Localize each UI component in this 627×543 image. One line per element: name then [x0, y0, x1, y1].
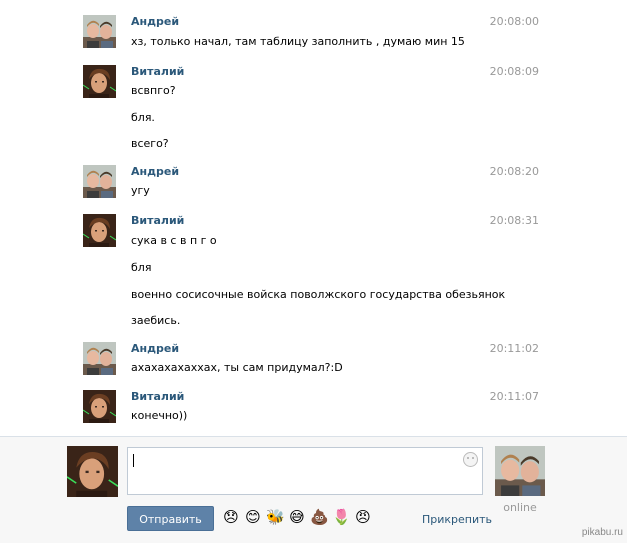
emoji-icon[interactable]: 🐝 [266, 508, 285, 526]
message-time[interactable]: 20:08:09 [490, 65, 539, 78]
message-author[interactable]: Виталий [131, 65, 184, 78]
message-time[interactable]: 20:11:07 [490, 390, 539, 403]
message-text: конечно)) [131, 409, 188, 422]
message-author[interactable]: Андрей [131, 165, 179, 178]
message-author[interactable]: Виталий [131, 214, 184, 227]
attach-link[interactable]: Прикрепить [422, 513, 492, 526]
message-time[interactable]: 20:08:20 [490, 165, 539, 178]
author-avatar[interactable] [83, 214, 116, 247]
emoji-icon[interactable]: 💩 [310, 508, 329, 526]
message-time[interactable]: 20:08:31 [490, 214, 539, 227]
watermark: pikabu.ru [581, 527, 623, 538]
author-avatar[interactable] [83, 390, 116, 423]
message-author[interactable]: Андрей [131, 15, 179, 28]
author-avatar[interactable] [83, 15, 116, 48]
message-text: сука в с в п г о [131, 234, 217, 247]
message-author[interactable]: Андрей [131, 342, 179, 355]
message-text: заебись. [131, 314, 181, 327]
emoji-icon[interactable]: 😠 [354, 508, 372, 526]
smiley-icon[interactable] [463, 452, 478, 467]
emoji-icon[interactable]: 🌷 [332, 508, 351, 526]
author-avatar[interactable] [83, 65, 116, 98]
author-avatar[interactable] [83, 342, 116, 375]
message-history: Андрей 20:08:00 хз, только начал, там табл… [0, 0, 627, 436]
message-text: всвпго? [131, 84, 176, 97]
message-author[interactable]: Виталий [131, 390, 184, 403]
message-time[interactable]: 20:11:02 [490, 342, 539, 355]
message-text: бля. [131, 111, 155, 124]
emoji-icon[interactable]: 😅 [288, 508, 306, 526]
author-avatar[interactable] [83, 165, 116, 198]
message-time[interactable]: 20:08:00 [490, 15, 539, 28]
message-input[interactable] [127, 447, 483, 495]
emoji-icon[interactable]: 😞 [222, 508, 240, 526]
message-composer: online Отправить 😞 😊 🐝 😅 💩 🌷 😠 Прикрепить [0, 436, 627, 543]
message-text: ахахахахаххах, ты сам придумал?:D [131, 361, 343, 374]
text-caret [133, 454, 134, 467]
message-text: всего? [131, 137, 169, 150]
peer-avatar[interactable] [495, 446, 545, 496]
emoji-icon[interactable]: 😊 [244, 508, 262, 526]
message-text: бля [131, 261, 152, 274]
message-text: угу [131, 184, 150, 197]
message-text: хз, только начал, там таблицу заполнить … [131, 35, 465, 48]
message-text: военно сосисочные войска поволжского гос… [131, 288, 506, 301]
send-button[interactable]: Отправить [127, 506, 214, 531]
peer-status-label: online [503, 501, 537, 514]
my-avatar[interactable] [67, 446, 118, 497]
